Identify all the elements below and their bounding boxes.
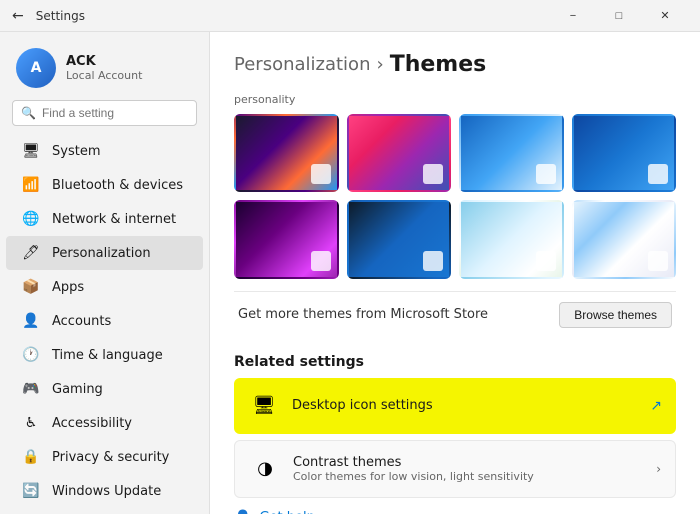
- back-icon[interactable]: ←: [12, 8, 24, 24]
- external-link-icon: ↗: [650, 398, 662, 414]
- breadcrumb: Personalization › Themes: [234, 52, 676, 77]
- contrast-themes-text: Contrast themes Color themes for low vis…: [293, 455, 534, 483]
- get-help-link[interactable]: 👤 Get help: [234, 510, 676, 514]
- accessibility-icon: ♿: [22, 414, 40, 432]
- desktop-icon-settings-item[interactable]: 🖥 Desktop icon settings ↗: [234, 378, 676, 434]
- network-icon: 🌐: [22, 210, 40, 228]
- search-icon: 🔍: [21, 106, 36, 120]
- sidebar-item-label: Accounts: [52, 314, 111, 329]
- sidebar-item-accessibility[interactable]: ♿ Accessibility: [6, 406, 203, 440]
- contrast-themes-desc: Color themes for low vision, light sensi…: [293, 470, 534, 483]
- theme-thumbnail-6[interactable]: [347, 200, 452, 278]
- sidebar-item-label: Apps: [52, 280, 84, 295]
- chevron-right-icon: ›: [656, 462, 661, 476]
- gaming-icon: 🎮: [22, 380, 40, 398]
- get-help-label: Get help: [259, 510, 314, 514]
- sidebar-item-label: Time & language: [52, 348, 163, 363]
- theme-thumbnail-8[interactable]: [572, 200, 677, 278]
- sidebar-item-gaming[interactable]: 🎮 Gaming: [6, 372, 203, 406]
- maximize-button[interactable]: □: [596, 0, 642, 32]
- sidebar-item-accounts[interactable]: 👤 Accounts: [6, 304, 203, 338]
- title-bar: ← Settings − □ ✕: [0, 0, 700, 32]
- sidebar-item-bluetooth[interactable]: 📶 Bluetooth & devices: [6, 168, 203, 202]
- sidebar-item-apps[interactable]: 📦 Apps: [6, 270, 203, 304]
- contrast-themes-title: Contrast themes: [293, 455, 534, 470]
- time-icon: 🕐: [22, 346, 40, 364]
- theme-thumbnail-5[interactable]: [234, 200, 339, 278]
- sidebar-item-personalization[interactable]: 🖊 Personalization: [6, 236, 203, 270]
- theme-thumbnail-3[interactable]: [459, 114, 564, 192]
- title-bar-left: ← Settings: [12, 8, 85, 24]
- sidebar-item-label: Accessibility: [52, 416, 132, 431]
- contrast-themes-item[interactable]: ◑ Contrast themes Color themes for low v…: [234, 440, 676, 498]
- user-name: ACK: [66, 54, 142, 69]
- desktop-icon: 🖥: [248, 390, 280, 422]
- theme-thumbnail-7[interactable]: [459, 200, 564, 278]
- sidebar-item-network[interactable]: 🌐 Network & internet: [6, 202, 203, 236]
- sidebar-item-label: Privacy & security: [52, 450, 169, 465]
- search-input[interactable]: [42, 106, 188, 120]
- sidebar-search[interactable]: 🔍: [12, 100, 197, 126]
- sidebar-item-privacy[interactable]: 🔒 Privacy & security: [6, 440, 203, 474]
- user-type: Local Account: [66, 69, 142, 82]
- apps-icon: 📦: [22, 278, 40, 296]
- window-controls: − □ ✕: [550, 0, 688, 32]
- theme-thumbnail-2[interactable]: [347, 114, 452, 192]
- personalization-icon: 🖊: [22, 244, 40, 262]
- themes-grid: [234, 114, 676, 279]
- bluetooth-icon: 📶: [22, 176, 40, 194]
- contrast-icon: ◑: [249, 453, 281, 485]
- app-body: A ACK Local Account 🔍 🖥 System 📶 Bluetoo…: [0, 32, 700, 514]
- related-settings-heading: Related settings: [234, 354, 676, 370]
- footer-links: 👤 Get help 👤 Give feedback: [234, 510, 676, 514]
- sidebar-item-system[interactable]: 🖥 System: [6, 134, 203, 168]
- desktop-icon-text: Desktop icon settings: [292, 398, 433, 413]
- privacy-icon: 🔒: [22, 448, 40, 466]
- sidebar-item-update[interactable]: 🔄 Windows Update: [6, 474, 203, 508]
- sidebar-item-label: Personalization: [52, 246, 151, 261]
- user-info: ACK Local Account: [66, 54, 142, 82]
- breadcrumb-parent: Personalization: [234, 54, 370, 75]
- sidebar-item-label: Gaming: [52, 382, 103, 397]
- sidebar: A ACK Local Account 🔍 🖥 System 📶 Bluetoo…: [0, 32, 210, 514]
- minimize-button[interactable]: −: [550, 0, 596, 32]
- breadcrumb-current: Themes: [390, 52, 487, 77]
- system-icon: 🖥: [22, 142, 40, 160]
- title-bar-title: Settings: [36, 9, 85, 23]
- sidebar-item-label: Windows Update: [52, 484, 161, 499]
- sidebar-item-label: Bluetooth & devices: [52, 178, 183, 193]
- sidebar-item-label: Network & internet: [52, 212, 176, 227]
- theme-thumbnail-4[interactable]: [572, 114, 677, 192]
- browse-themes-button[interactable]: Browse themes: [559, 302, 672, 328]
- sidebar-item-time[interactable]: 🕐 Time & language: [6, 338, 203, 372]
- store-text: Get more themes from Microsoft Store: [238, 307, 488, 322]
- avatar: A: [16, 48, 56, 88]
- content-area: Personalization › Themes personality Get…: [210, 32, 700, 514]
- sidebar-user: A ACK Local Account: [0, 40, 209, 100]
- theme-thumbnail-1[interactable]: [234, 114, 339, 192]
- accounts-icon: 👤: [22, 312, 40, 330]
- update-icon: 🔄: [22, 482, 40, 500]
- store-row: Get more themes from Microsoft Store Bro…: [234, 291, 676, 338]
- help-icon: 👤: [234, 510, 251, 514]
- desktop-icon-title: Desktop icon settings: [292, 398, 433, 413]
- personality-label: personality: [234, 93, 676, 106]
- breadcrumb-separator: ›: [376, 54, 383, 75]
- sidebar-item-label: System: [52, 144, 100, 159]
- close-button[interactable]: ✕: [642, 0, 688, 32]
